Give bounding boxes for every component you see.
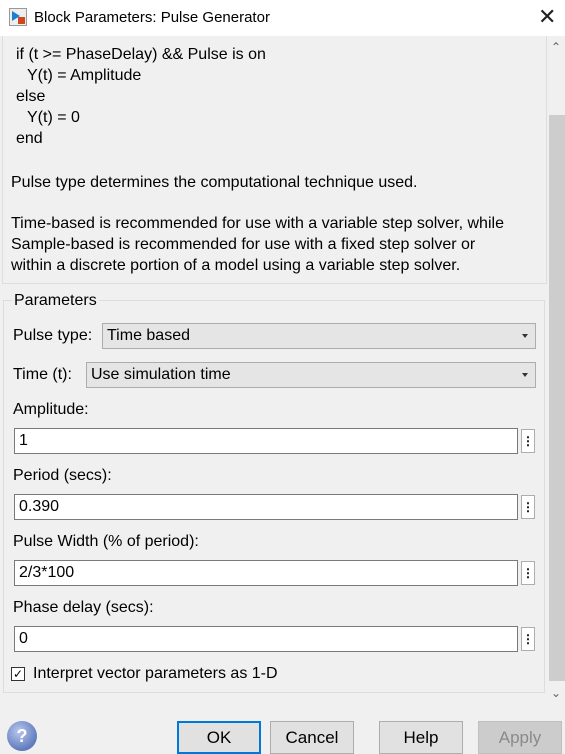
pulse-type-dropdown[interactable]: Time based <box>102 323 536 349</box>
phase-delay-label: Phase delay (secs): <box>13 599 154 616</box>
description-text: within a discrete portion of a model usi… <box>11 257 461 274</box>
code-line: end <box>16 130 43 147</box>
time-dropdown[interactable]: Use simulation time <box>86 362 536 388</box>
amplitude-label: Amplitude: <box>13 401 89 418</box>
chevron-down-icon <box>522 373 528 377</box>
simulink-block-icon <box>9 8 27 26</box>
apply-button[interactable]: Apply <box>478 721 562 754</box>
description-text: Time-based is recommended for use with a… <box>11 215 504 232</box>
pulse-width-label: Pulse Width (% of period): <box>13 533 199 550</box>
interpret-vector-checkbox[interactable]: ✓ <box>11 667 25 681</box>
close-icon[interactable]: ✕ <box>538 4 556 30</box>
help-button[interactable]: Help <box>379 721 463 754</box>
code-line: Y(t) = 0 <box>27 109 80 126</box>
scroll-down-icon[interactable]: ⌄ <box>551 686 561 700</box>
period-input[interactable] <box>14 494 518 520</box>
time-label: Time (t): <box>13 366 72 383</box>
scrollbar-thumb[interactable] <box>549 115 565 681</box>
more-options-icon[interactable]: ⋮ <box>521 495 535 519</box>
more-options-icon[interactable]: ⋮ <box>521 429 535 453</box>
time-value: Use simulation time <box>91 366 231 383</box>
help-icon[interactable]: ? <box>7 721 37 751</box>
amplitude-input[interactable] <box>14 428 518 454</box>
phase-delay-input[interactable] <box>14 626 518 652</box>
code-line: if (t >= PhaseDelay) && Pulse is on <box>16 46 266 63</box>
period-label: Period (secs): <box>13 467 112 484</box>
scroll-up-icon[interactable]: ⌃ <box>551 40 561 54</box>
parameters-group-label: Parameters <box>12 292 99 310</box>
more-options-icon[interactable]: ⋮ <box>521 561 535 585</box>
code-line: Y(t) = Amplitude <box>27 67 142 84</box>
cancel-button[interactable]: Cancel <box>270 721 354 754</box>
pulse-type-label: Pulse type: <box>13 327 93 344</box>
window-title: Block Parameters: Pulse Generator <box>34 9 270 26</box>
description-text: Sample-based is recommended for use with… <box>11 236 476 253</box>
ok-button[interactable]: OK <box>177 721 261 754</box>
more-options-icon[interactable]: ⋮ <box>521 627 535 651</box>
description-text: Pulse type determines the computational … <box>11 174 418 191</box>
code-line: else <box>16 88 46 105</box>
pulse-type-value: Time based <box>107 327 190 344</box>
pulse-width-input[interactable] <box>14 560 518 586</box>
interpret-vector-label[interactable]: Interpret vector parameters as 1-D <box>33 665 278 683</box>
chevron-down-icon <box>522 334 528 338</box>
